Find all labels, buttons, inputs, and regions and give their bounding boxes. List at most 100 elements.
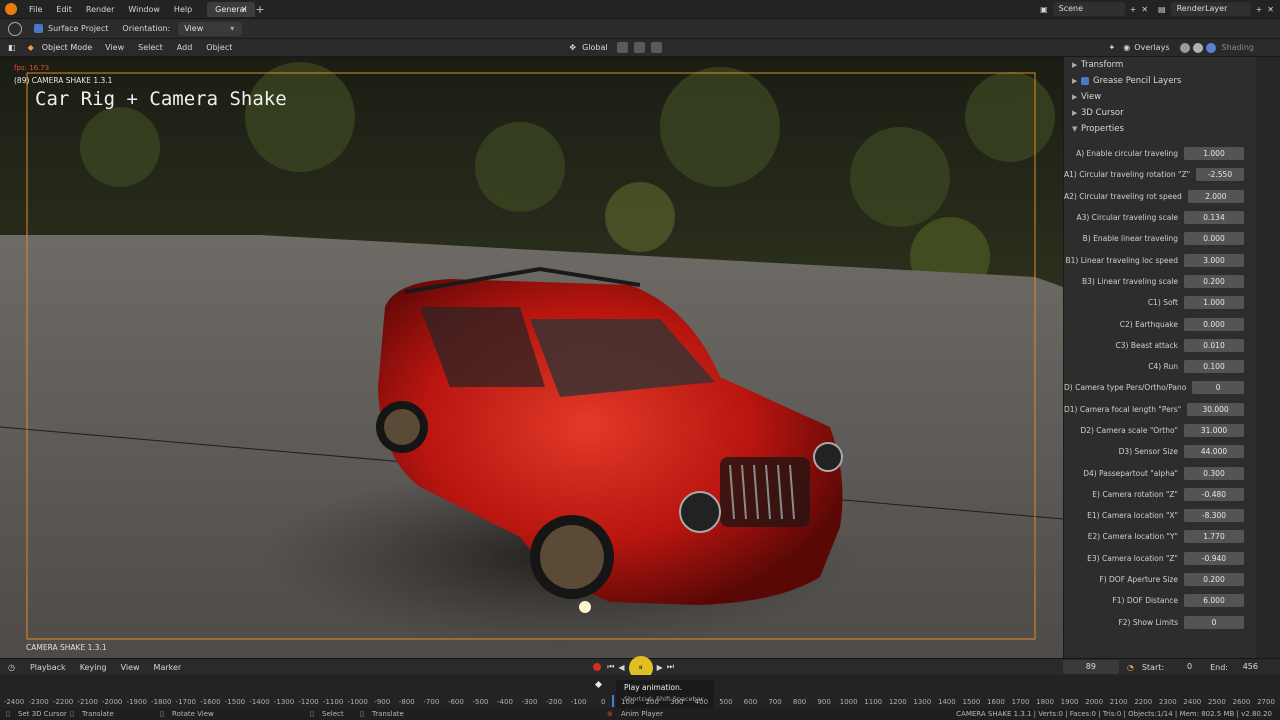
frame-tick-label: 2100 — [1109, 698, 1128, 706]
tool-settings: Surface Project Orientation: View ▾ — [0, 19, 1280, 39]
layer-icon: ▤ — [1158, 4, 1166, 14]
viewport-menu-add[interactable]: Add — [170, 38, 200, 57]
property-label: C4) Run — [1148, 362, 1178, 372]
grease-pencil-checkbox[interactable] — [1081, 77, 1089, 85]
gizmo-icon[interactable]: ✦ — [1109, 43, 1116, 52]
frame-tick-label: 1100 — [864, 698, 883, 706]
tab-general[interactable]: General — [207, 1, 255, 17]
start-field[interactable]: 0 — [1164, 660, 1198, 674]
property-value-field[interactable]: 3.000 — [1184, 253, 1244, 267]
property-row: D1) Camera focal length "Pers" 30.000 — [1064, 399, 1256, 420]
timeline-menu-playback[interactable]: Playback — [23, 658, 73, 677]
property-value-field[interactable]: 2.000 — [1187, 189, 1244, 203]
property-value-field[interactable]: 30.000 — [1187, 402, 1244, 416]
menu-edit[interactable]: Edit — [49, 0, 79, 19]
surface-project-checkbox[interactable] — [34, 24, 43, 33]
section-view[interactable]: ▶ View — [1064, 89, 1256, 105]
property-value-field[interactable]: 1.000 — [1184, 296, 1244, 310]
frame-tick-label: 2400 — [1183, 698, 1202, 706]
blender-logo-icon[interactable] — [5, 3, 17, 15]
property-value-field[interactable]: 0.010 — [1184, 338, 1244, 352]
menu-window[interactable]: Window — [121, 0, 167, 19]
property-value-field[interactable]: -8.300 — [1184, 509, 1244, 523]
section-properties[interactable]: ▼ Properties — [1064, 121, 1256, 137]
menu-render[interactable]: Render — [79, 0, 121, 19]
proportional-edit-icon[interactable] — [650, 42, 662, 53]
cursor-tool-icon[interactable] — [8, 21, 22, 36]
frame-tick-label: 1700 — [1011, 698, 1030, 706]
viewport-menu-select[interactable]: Select — [131, 38, 170, 57]
material-shading-icon[interactable] — [1192, 42, 1203, 53]
transform-orientation-select[interactable]: Global — [576, 41, 614, 55]
scene-add-icon[interactable]: + — [1130, 5, 1137, 14]
solid-shading-icon[interactable] — [1179, 42, 1190, 53]
timeline-editor-icon[interactable]: ◷ — [8, 663, 15, 672]
property-row: A3) Circular traveling scale 0.134 — [1064, 207, 1256, 228]
property-value-field[interactable]: 0.100 — [1184, 360, 1244, 374]
section-3d-cursor[interactable]: ▶ 3D Cursor — [1064, 105, 1256, 121]
property-value-field[interactable]: 0.300 — [1184, 466, 1244, 480]
scene-close-icon[interactable]: ✕ — [1141, 5, 1148, 14]
layer-close-icon[interactable]: ✕ — [1267, 5, 1274, 14]
current-frame-field[interactable]: 89 — [1062, 660, 1119, 674]
add-tab-icon[interactable]: + — [255, 3, 264, 16]
property-value-field[interactable]: 0.000 — [1184, 232, 1244, 246]
viewport-menu-view[interactable]: View — [98, 38, 131, 57]
editor-type-icon[interactable]: ◧ — [8, 43, 16, 52]
layer-add-icon[interactable]: + — [1256, 5, 1263, 14]
mode-select[interactable]: Object Mode — [36, 41, 98, 55]
3d-viewport[interactable]: fps: 16.73 (89) CAMERA SHAKE 1.3.1 Car R… — [0, 57, 1063, 658]
timeline-menu-marker[interactable]: Marker — [147, 658, 189, 677]
close-tab-icon[interactable]: ✕ — [241, 5, 248, 14]
frame-tick-label: 500 — [719, 698, 733, 706]
overlays-label[interactable]: Overlays — [1134, 43, 1169, 52]
frame-tick-label: -1400 — [249, 698, 270, 706]
scene-field[interactable]: Scene — [1052, 2, 1125, 16]
frame-tick-label: -300 — [521, 698, 538, 706]
frame-tick-label: -1600 — [200, 698, 221, 706]
menu-help[interactable]: Help — [167, 0, 199, 19]
record-icon[interactable] — [593, 663, 602, 671]
overlays-icon[interactable]: ◉ — [1123, 43, 1130, 52]
rendered-shading-icon[interactable] — [1205, 42, 1216, 53]
timeline-menu-keying[interactable]: Keying — [73, 658, 114, 677]
property-label: C1) Soft — [1147, 298, 1178, 308]
viewport-menu-object[interactable]: Object — [199, 38, 239, 57]
playhead[interactable] — [612, 695, 614, 707]
render-layer-field[interactable]: RenderLayer — [1170, 2, 1251, 16]
timeline-menu-view[interactable]: View — [114, 658, 147, 677]
property-value-field[interactable]: 0.134 — [1184, 211, 1244, 225]
timeline-ruler[interactable]: Play animation. Shortcut: Shift Spacebar… — [0, 675, 1280, 708]
frame-tick-label: -1000 — [347, 698, 368, 706]
property-value-field[interactable]: 0 — [1184, 615, 1244, 629]
property-value-field[interactable]: -2.550 — [1196, 168, 1244, 182]
section-transform[interactable]: ▶ Transform — [1064, 57, 1256, 73]
menu-file[interactable]: File — [22, 0, 49, 19]
property-label: E2) Camera location "Y" — [1087, 532, 1178, 542]
prev-keyframe-icon[interactable]: ◀ — [618, 663, 624, 672]
frame-tick-label: -1100 — [322, 698, 344, 706]
property-value-field[interactable]: 6.000 — [1184, 594, 1244, 608]
jump-end-icon[interactable]: ⏭ — [667, 662, 674, 672]
property-value-field[interactable]: 44.000 — [1184, 445, 1244, 459]
property-value-field[interactable]: 0.200 — [1184, 573, 1244, 587]
property-value-field[interactable]: 0.000 — [1184, 317, 1244, 331]
tooltip-title: Play animation. — [624, 683, 683, 692]
snap-icon[interactable] — [633, 42, 645, 53]
frame-tick-label: -700 — [423, 698, 440, 706]
property-value-field[interactable]: -0.480 — [1184, 487, 1244, 501]
shading-label[interactable]: Shading — [1222, 43, 1255, 52]
property-value-field[interactable]: 0.200 — [1184, 274, 1244, 288]
property-value-field[interactable]: 1.770 — [1184, 530, 1244, 544]
section-grease-pencil-layers[interactable]: ▶ Grease Pencil Layers — [1064, 73, 1256, 89]
next-keyframe-icon[interactable]: ▶ — [657, 663, 663, 672]
jump-start-icon[interactable]: ⏮ — [607, 662, 614, 672]
property-row: C4) Run 0.100 — [1064, 356, 1256, 377]
keyframe-marker[interactable] — [594, 680, 603, 689]
property-value-field[interactable]: 31.000 — [1184, 424, 1244, 437]
pivot-icon[interactable] — [616, 42, 628, 53]
property-value-field[interactable]: -0.940 — [1184, 551, 1244, 565]
property-value-field[interactable]: 1.000 — [1184, 147, 1244, 161]
property-value-field[interactable]: 0 — [1192, 381, 1244, 395]
end-field[interactable]: 456 — [1228, 660, 1264, 674]
